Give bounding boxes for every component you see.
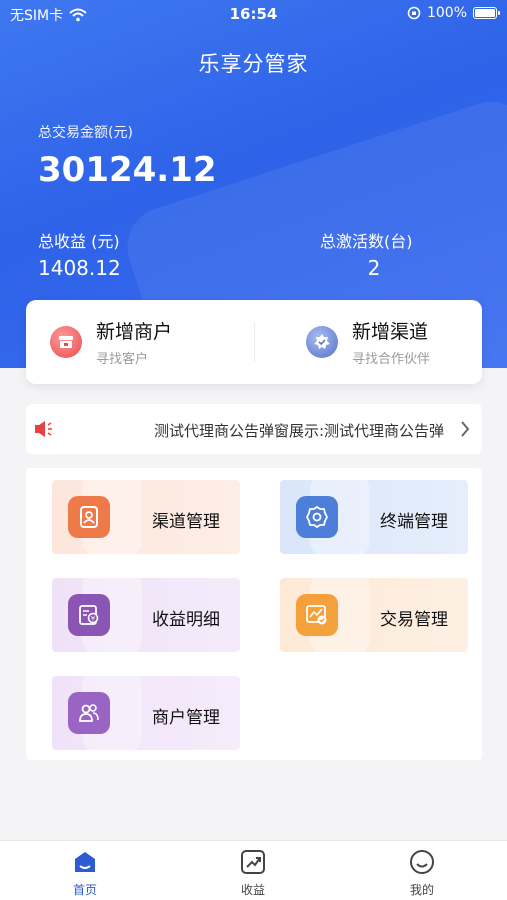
add-channel-subtitle: 寻找合作伙伴 xyxy=(352,352,431,367)
svg-text:¥: ¥ xyxy=(91,615,95,623)
menu-transaction-management[interactable]: 交易管理 xyxy=(280,578,468,652)
home-icon xyxy=(75,852,95,872)
add-merchant-subtitle: 寻找客户 xyxy=(96,352,149,367)
page-title: 乐享分管家 xyxy=(198,52,309,76)
status-bar: 无SIM卡 16:54 100% xyxy=(0,0,507,28)
receipt-icon: ¥ xyxy=(68,594,110,636)
tab-income[interactable]: 收益 xyxy=(213,849,293,898)
activation-label: 总激活数(台) xyxy=(320,232,413,251)
merchant-icon xyxy=(50,326,82,358)
rotation-lock-icon xyxy=(407,6,421,20)
menu-label: 收益明细 xyxy=(152,610,220,630)
tab-mine[interactable]: 我的 xyxy=(382,849,462,898)
announcement-bar[interactable]: 测试代理商公告弹窗展示:测试代理商公告弹 xyxy=(26,404,482,454)
gear-icon xyxy=(296,496,338,538)
menu-terminal-management[interactable]: 终端管理 xyxy=(280,480,468,554)
menu-label: 渠道管理 xyxy=(152,512,220,532)
tab-label: 首页 xyxy=(72,883,97,897)
contact-book-icon xyxy=(68,496,110,538)
income-label: 总收益 (元) xyxy=(38,232,120,251)
tab-label: 我的 xyxy=(409,883,434,897)
chart-check-icon xyxy=(296,594,338,636)
tab-home[interactable]: 首页 xyxy=(45,849,125,898)
smile-icon xyxy=(410,850,434,874)
quick-actions-card: 新增商户 寻找客户 新增渠道 寻找合作伙伴 xyxy=(26,300,482,384)
speaker-icon xyxy=(35,421,52,437)
menu-channel-management[interactable]: 渠道管理 xyxy=(52,480,240,554)
add-merchant-title: 新增商户 xyxy=(96,321,173,343)
add-merchant-button[interactable]: 新增商户 寻找客户 xyxy=(26,300,254,384)
menu-label: 交易管理 xyxy=(380,610,448,630)
chevron-right-icon xyxy=(461,421,470,437)
announcement-text: 测试代理商公告弹窗展示:测试代理商公告弹 xyxy=(154,422,445,440)
add-channel-title: 新增渠道 xyxy=(352,321,429,343)
menu-label: 终端管理 xyxy=(380,512,448,532)
add-channel-button[interactable]: 新增渠道 寻找合作伙伴 xyxy=(254,300,482,384)
menu-merchant-management[interactable]: 商户管理 xyxy=(52,676,240,750)
battery-percent: 100% xyxy=(426,5,467,21)
tab-label: 收益 xyxy=(240,883,265,897)
total-amount-label: 总交易金额(元) xyxy=(38,125,133,141)
menu-grid: 渠道管理 终端管理 ¥ 收益明细 交易管理 商户管理 xyxy=(26,468,482,760)
battery-icon xyxy=(473,7,500,19)
income-value: 1408.12 xyxy=(38,256,121,280)
menu-label: 商户管理 xyxy=(152,708,220,728)
bottom-tab-bar: 首页 收益 我的 xyxy=(0,840,507,900)
trend-icon xyxy=(241,850,265,874)
menu-income-detail[interactable]: ¥ 收益明细 xyxy=(52,578,240,652)
users-icon xyxy=(68,692,110,734)
channel-badge-icon xyxy=(306,326,338,358)
activation-value: 2 xyxy=(367,256,381,280)
total-amount-value: 30124.12 xyxy=(38,150,217,190)
